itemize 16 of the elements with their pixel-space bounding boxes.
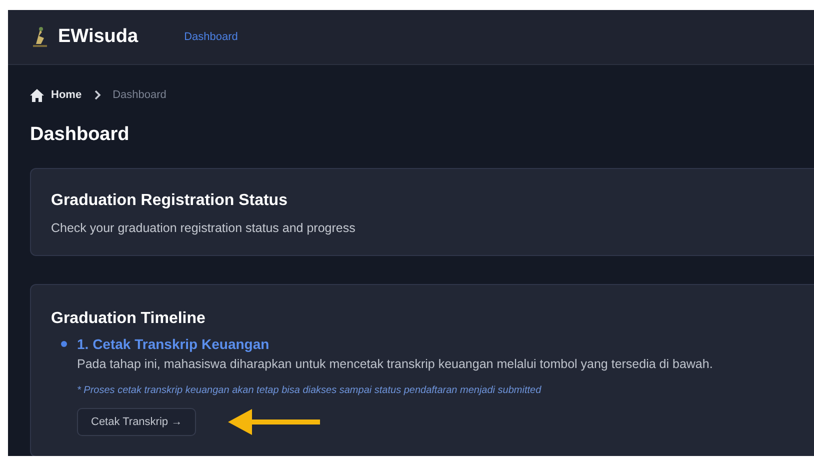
timeline-dot [61,341,67,347]
card-title: Graduation Registration Status [51,191,288,211]
step-title: 1. Cetak Transkrip Keuangan [77,335,270,353]
nav-link[interactable]: Dashboard [184,31,238,43]
card-subtitle: Check your graduation registration status and progress [51,221,356,235]
card-title: Graduation Timeline [51,309,206,329]
page-title: Dashboard [30,123,130,147]
breadcrumb-current: Dashboard [112,89,166,101]
print-transcript-button[interactable]: Cetak Transkrip → [77,408,196,436]
chevron-icon [94,90,101,100]
app-name: EWisuda [58,26,138,48]
step-note: * Proses cetak transkrip keuangan akan tetap bisa diakses sampai status pendaftaran menjadi submitted [77,385,542,396]
graduate-logo-icon [32,26,48,48]
breadcrumb-link[interactable]: Home [51,89,82,101]
home-icon [30,88,44,102]
step-description: Pada tahap ini, mahasiswa diharapkan untuk mencetak transkrip keuangan melalui tombol yang tersedia di bawah. [77,357,713,371]
